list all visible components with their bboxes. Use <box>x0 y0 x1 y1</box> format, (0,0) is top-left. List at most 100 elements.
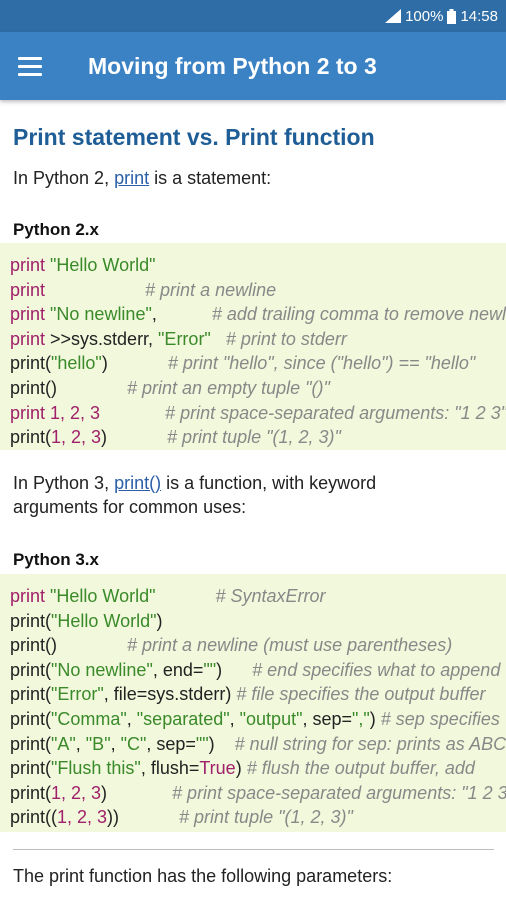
mid-paragraph: In Python 3, print() is a function, with… <box>13 471 376 495</box>
code-token: # end specifies what to append <box>252 659 501 680</box>
code-token: # print tuple "(1, 2, 3)" <box>107 427 341 448</box>
code-token: ) <box>101 353 168 374</box>
code-token: , <box>151 304 212 325</box>
code-token: # flush the output buffer, add <box>246 758 475 779</box>
code-token: print( <box>10 427 52 448</box>
code-token: "Hello World" <box>51 610 157 631</box>
code-token: ) <box>235 758 247 779</box>
hamburger-menu-icon[interactable] <box>18 51 48 81</box>
code-token: "Flush this" <box>51 758 141 779</box>
battery-percent: 100% <box>405 7 444 25</box>
code-line: print() # print a newline (must use pare… <box>10 633 506 658</box>
intro-text-before: In Python 2, <box>13 168 115 188</box>
code-token: print(( <box>10 807 58 828</box>
code-token: )) <box>107 807 120 828</box>
code-line: print() # print an empty tuple "()" <box>10 376 506 401</box>
signal-icon <box>385 9 402 23</box>
code-token: True <box>199 758 236 779</box>
code-token: "Comma" <box>51 708 127 729</box>
code-token: "," <box>352 708 370 729</box>
code-line: print "Hello World" # SyntaxError <box>10 584 506 609</box>
code-token: # print "hello", since ("hello") == "hel… <box>167 353 476 374</box>
code-token: print( <box>10 659 52 680</box>
code-token: >>sys.stderr, <box>45 328 159 349</box>
code-token: # print tuple "(1, 2, 3)" <box>119 807 353 828</box>
code-token: "Error" <box>158 328 211 349</box>
code-token: print( <box>10 708 52 729</box>
app-title: Moving from Python 2 to 3 <box>88 52 377 79</box>
code-line: print("hello") # print "hello", since ("… <box>10 351 506 376</box>
code-token: # file specifies the output buffer <box>236 684 486 705</box>
code-token: , <box>110 733 121 754</box>
print-function-link[interactable]: print() <box>114 473 161 493</box>
code-line: print("No newline", end= "") # end specif… <box>10 658 506 683</box>
code-token: "A" <box>51 733 76 754</box>
code-token: "output" <box>239 708 303 729</box>
code-token: # add trailing comma to remove newline <box>211 304 506 325</box>
code-token: "" <box>203 659 217 680</box>
code-line: print(1, 2, 3) # print tuple "(1, 2, 3)" <box>10 425 506 450</box>
code-token: , <box>126 708 137 729</box>
code-token: print( <box>10 758 52 779</box>
code-token: print <box>10 402 46 423</box>
code-line: print(1, 2, 3) # print space-separated a… <box>10 781 506 806</box>
code-token: "B" <box>85 733 111 754</box>
code-token: , sep= <box>302 708 352 729</box>
code-token: print <box>10 255 46 275</box>
code-token: print <box>10 328 46 349</box>
footer-paragraph: The print function has the following par… <box>13 866 393 886</box>
code-line: print("Hello World") <box>10 609 506 634</box>
app-bar: Moving from Python 2 to 3 <box>0 32 506 100</box>
python2-code-block: print "Hello World" print # print a newli… <box>0 243 506 450</box>
code-line: print # print a newline <box>10 278 506 303</box>
code-token: print( <box>10 684 52 705</box>
code-token: ) <box>369 708 381 729</box>
code-token: 1, 2, 3 <box>51 782 102 803</box>
status-time: 14:58 <box>460 7 498 25</box>
python3-label: Python 3.x <box>13 550 99 569</box>
code-token: print( <box>10 353 52 374</box>
code-token: ) <box>208 733 235 754</box>
code-token: "No newline" <box>51 659 153 680</box>
code-token: print <box>10 304 46 325</box>
code-token: # print to stderr <box>210 328 347 349</box>
code-token: print <box>10 279 46 300</box>
code-token: print() <box>10 635 58 656</box>
code-token: "Hello World" <box>45 586 156 606</box>
code-line: print 1, 2, 3 # print space-separated ar… <box>10 401 506 426</box>
code-token: # print an empty tuple "()" <box>57 377 330 398</box>
code-line: print((1, 2, 3)) # print tuple "(1, 2, 3… <box>10 805 506 830</box>
article-content[interactable]: Print statement vs. Print function In Py… <box>0 100 506 900</box>
intro-text-after: is a statement: <box>149 168 272 188</box>
code-token: # print space-separated arguments: "1 2 … <box>100 402 506 423</box>
section-title: Print statement vs. Print function <box>13 124 375 150</box>
mid-paragraph-line2: arguments for common uses: <box>13 497 247 517</box>
code-token: "Error" <box>51 684 104 705</box>
code-token: , file=sys.stderr) <box>103 684 237 705</box>
code-token: print( <box>10 733 52 754</box>
code-token: "separated" <box>136 708 230 729</box>
code-line: print("Comma", "separated", "output", se… <box>10 707 506 732</box>
code-token: , flush= <box>140 758 200 779</box>
code-token: # print a newline (must use parentheses) <box>57 635 453 656</box>
code-line: print >>sys.stderr, "Error" # print to s… <box>10 327 506 352</box>
code-token: "C" <box>120 733 147 754</box>
python3-code-block: print "Hello World" # SyntaxError print("… <box>0 574 506 832</box>
battery-icon <box>447 8 457 24</box>
code-token: # print a newline <box>45 279 277 300</box>
mid-text-before: In Python 3, <box>13 473 115 493</box>
code-token: 1, 2, 3 <box>57 807 108 828</box>
code-token: print( <box>10 782 52 803</box>
code-token: "" <box>195 733 209 754</box>
code-line: print "Hello World" <box>10 253 506 278</box>
code-token: 1, 2, 3 <box>45 402 101 423</box>
code-token: "No newline" <box>45 304 152 325</box>
code-token: # print space-separated arguments: "1 2 … <box>107 782 506 803</box>
code-token: "hello" <box>51 353 102 374</box>
code-line: print("Flush this", flush= True) # flush … <box>10 756 506 781</box>
code-token: print <box>10 586 46 606</box>
intro-paragraph: In Python 2, print is a statement: <box>13 166 271 190</box>
code-token: # sep specifies <box>380 708 500 729</box>
print-link[interactable]: print <box>114 168 149 188</box>
code-token: , <box>75 733 86 754</box>
